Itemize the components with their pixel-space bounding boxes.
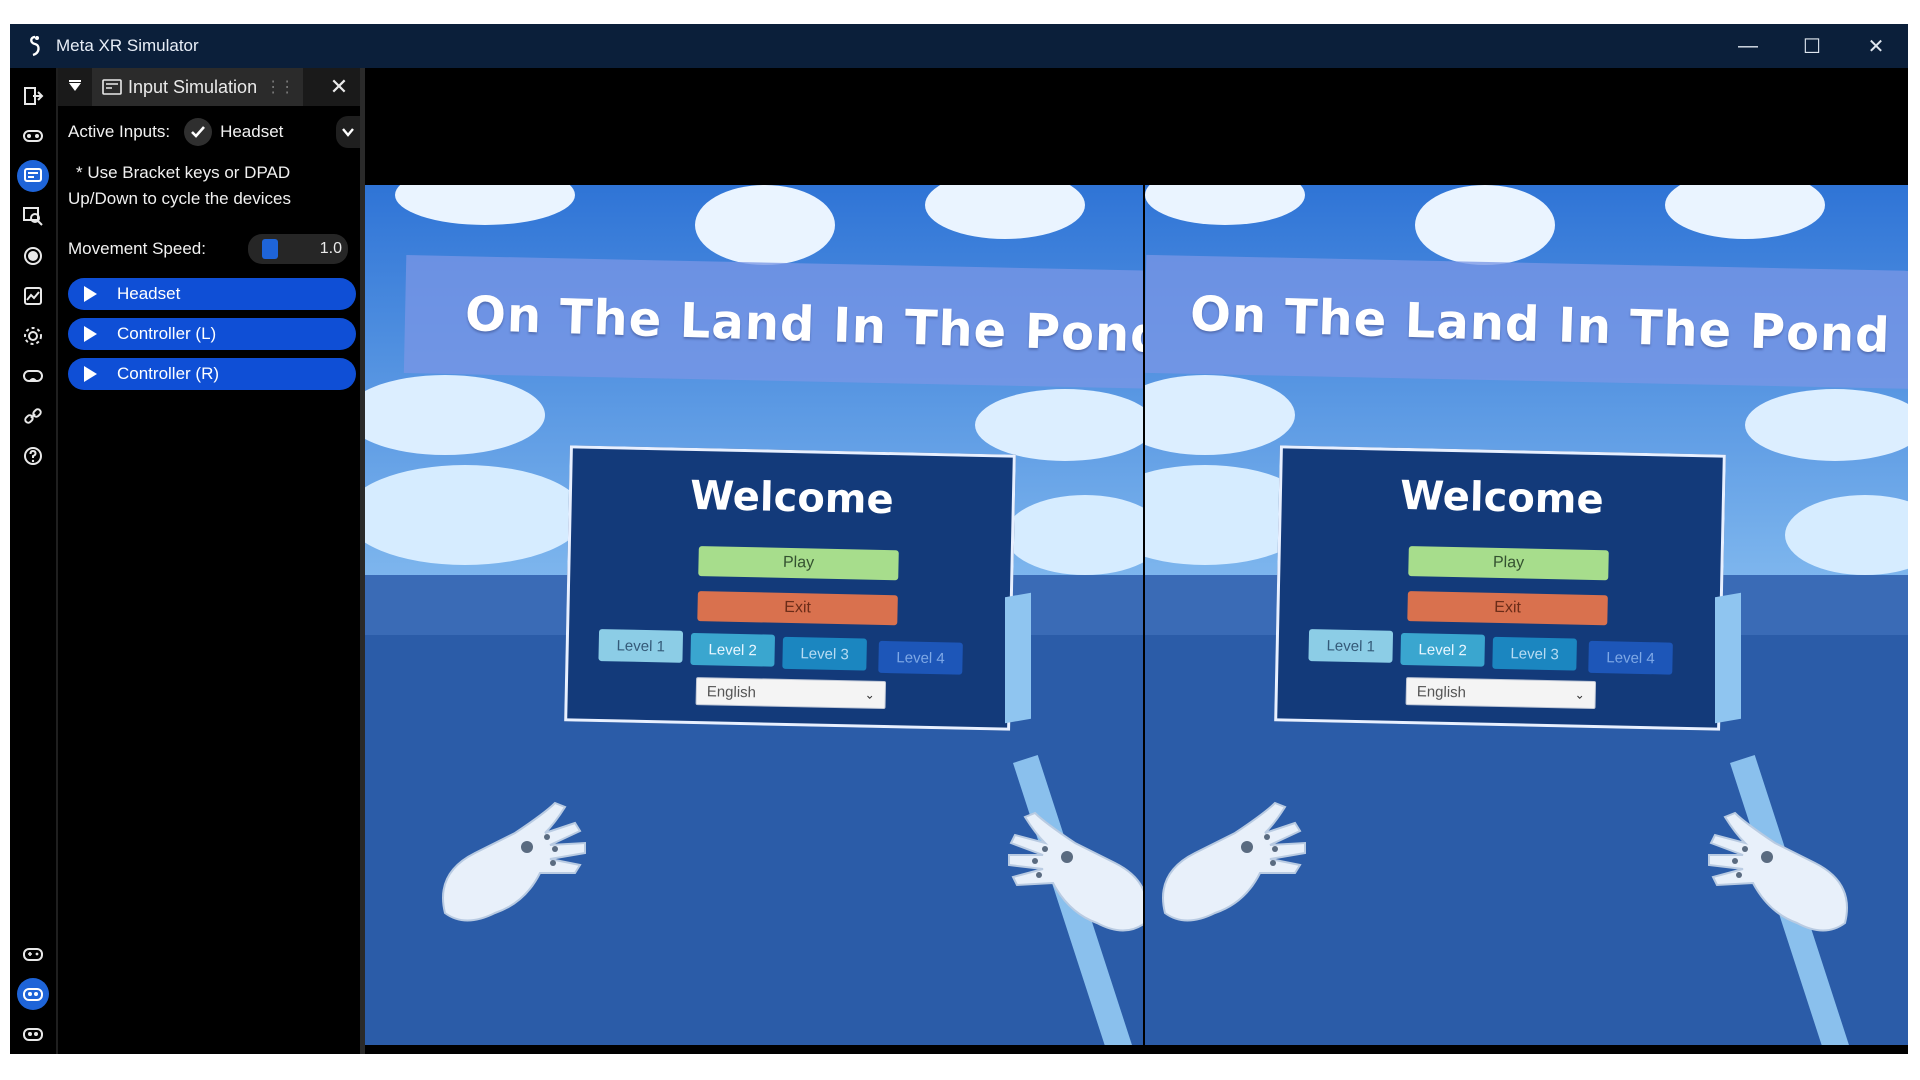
window-tab-icon bbox=[102, 79, 122, 95]
record-icon[interactable] bbox=[17, 240, 49, 272]
level-1-button[interactable]: Level 1 bbox=[598, 629, 684, 663]
app-window: Meta XR Simulator — ☐ ✕ Input Simulation… bbox=[10, 24, 1908, 1054]
expand-triangle-icon bbox=[84, 366, 97, 382]
help-icon[interactable] bbox=[17, 440, 49, 472]
chevron-down-icon: ⌄ bbox=[1574, 687, 1585, 702]
close-window-button[interactable]: ✕ bbox=[1844, 24, 1908, 68]
tab-input-simulation[interactable]: Input Simulation ⋮⋮ bbox=[92, 68, 304, 106]
panel-tab-bar: Input Simulation ⋮⋮ ✕ bbox=[58, 68, 360, 106]
language-value: English bbox=[1416, 682, 1467, 701]
side-panel-edge bbox=[1005, 592, 1031, 724]
movement-speed-label: Movement Speed: bbox=[68, 239, 206, 258]
section-label: Headset bbox=[117, 284, 181, 303]
controller-icon[interactable] bbox=[17, 938, 49, 970]
right-hand-model bbox=[1708, 811, 1848, 932]
level-1-button[interactable]: Level 1 bbox=[1308, 629, 1394, 663]
section-label: Controller (R) bbox=[117, 364, 220, 383]
controller-active-icon[interactable] bbox=[17, 978, 49, 1010]
controller-alt-icon[interactable] bbox=[17, 1018, 49, 1050]
play-button[interactable]: Play bbox=[1408, 546, 1609, 581]
close-panel-button[interactable]: ✕ bbox=[324, 68, 354, 106]
left-eye-view[interactable]: On The Land In The Pond Welcome Play Exi… bbox=[365, 185, 1143, 1045]
headset-icon[interactable] bbox=[17, 120, 49, 152]
play-button[interactable]: Play bbox=[698, 546, 899, 581]
movement-speed-value: 1.0 bbox=[319, 240, 342, 257]
welcome-heading: Welcome bbox=[689, 472, 895, 524]
main-menu-panel: Welcome Play Exit Level 1 Level 2 Level … bbox=[1274, 445, 1726, 731]
main-menu-panel: Welcome Play Exit Level 1 Level 2 Level … bbox=[564, 445, 1016, 731]
movement-speed-slider[interactable]: 1.0 bbox=[248, 234, 348, 264]
level-2-button[interactable]: Level 2 bbox=[690, 632, 776, 667]
language-dropdown[interactable]: English ⌄ bbox=[1405, 677, 1597, 710]
graph-icon[interactable] bbox=[17, 280, 49, 312]
right-hand-model bbox=[1008, 811, 1143, 932]
active-input-dropdown[interactable]: Headset bbox=[220, 122, 283, 142]
section-headset[interactable]: Headset bbox=[68, 278, 356, 310]
section-controller-left[interactable]: Controller (L) bbox=[68, 318, 356, 350]
section-label: Controller (L) bbox=[117, 324, 217, 343]
active-inputs-row: Active Inputs: Headset bbox=[68, 116, 360, 148]
left-hand-model bbox=[442, 801, 586, 922]
language-value: English bbox=[706, 682, 757, 701]
input-simulation-panel: Input Simulation ⋮⋮ ✕ Active Inputs: Hea… bbox=[58, 68, 365, 1054]
hint-line-1: * Use Bracket keys or DPAD bbox=[76, 163, 291, 182]
side-panel-edge bbox=[1715, 592, 1741, 724]
right-eye-view[interactable]: On The Land In The Pond Welcome Play Exi… bbox=[1145, 185, 1908, 1045]
tab-label: Input Simulation bbox=[128, 76, 258, 97]
welcome-heading: Welcome bbox=[1399, 472, 1605, 524]
language-dropdown[interactable]: English ⌄ bbox=[695, 677, 887, 710]
left-hand-model bbox=[1162, 801, 1306, 922]
collapse-arrow-icon[interactable] bbox=[58, 68, 92, 106]
title-bar[interactable]: Meta XR Simulator — ☐ ✕ bbox=[10, 24, 1908, 68]
level-3-button[interactable]: Level 3 bbox=[782, 636, 867, 671]
level-4-button[interactable]: Level 4 bbox=[878, 640, 963, 675]
gear-icon[interactable] bbox=[17, 320, 49, 352]
icon-rail bbox=[10, 68, 58, 1054]
hint-line-2: Up/Down to cycle the devices bbox=[68, 189, 291, 208]
device-cycle-hint: * Use Bracket keys or DPAD Up/Down to cy… bbox=[68, 160, 358, 212]
window-title: Meta XR Simulator bbox=[56, 36, 199, 55]
stereo-viewport[interactable]: On The Land In The Pond Welcome Play Exi… bbox=[365, 68, 1908, 1054]
level-3-button[interactable]: Level 3 bbox=[1492, 636, 1577, 671]
movement-speed-row: Movement Speed: 1.0 bbox=[68, 232, 358, 266]
chevron-down-icon[interactable] bbox=[336, 116, 360, 148]
slider-thumb[interactable] bbox=[262, 239, 278, 259]
level-4-button[interactable]: Level 4 bbox=[1588, 640, 1673, 675]
maximize-button[interactable]: ☐ bbox=[1780, 24, 1844, 68]
section-controller-right[interactable]: Controller (R) bbox=[68, 358, 356, 390]
scene-inspector-icon[interactable] bbox=[17, 200, 49, 232]
expand-triangle-icon bbox=[84, 286, 97, 302]
minimize-button[interactable]: — bbox=[1716, 24, 1780, 68]
input-simulation-icon[interactable] bbox=[17, 160, 49, 192]
checkmark-icon[interactable] bbox=[184, 118, 213, 146]
exit-button[interactable]: Exit bbox=[697, 591, 898, 626]
chevron-down-icon: ⌄ bbox=[864, 687, 875, 702]
drag-grip-icon[interactable]: ⋮⋮ bbox=[265, 77, 295, 97]
active-inputs-label: Active Inputs: bbox=[68, 122, 171, 141]
meta-xr-logo-icon bbox=[24, 35, 46, 57]
exit-button[interactable]: Exit bbox=[1407, 591, 1608, 626]
exit-door-icon[interactable] bbox=[17, 80, 49, 112]
link-icon[interactable] bbox=[17, 400, 49, 432]
expand-triangle-icon bbox=[84, 326, 97, 342]
level-2-button[interactable]: Level 2 bbox=[1400, 632, 1486, 667]
headset-alt-icon[interactable] bbox=[17, 360, 49, 392]
